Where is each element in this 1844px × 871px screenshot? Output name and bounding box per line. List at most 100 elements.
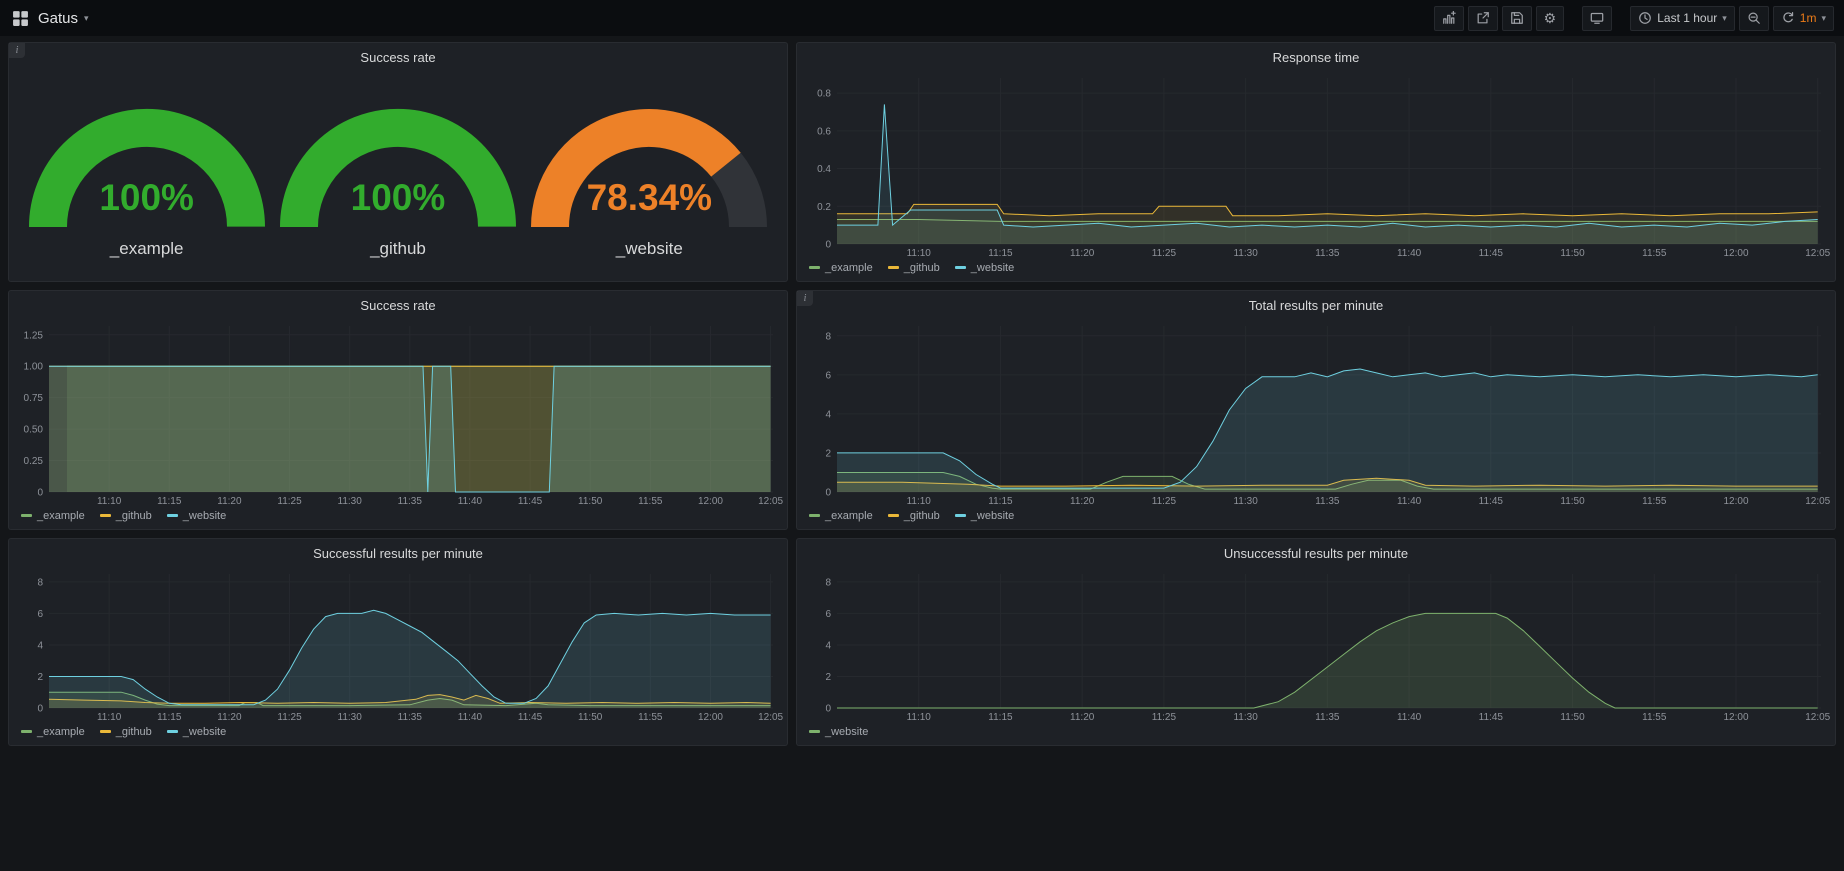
save-button[interactable]: [1502, 6, 1532, 31]
unsuccessful-results-chart[interactable]: 11:1011:1511:2011:2511:3011:3511:4011:45…: [803, 568, 1827, 723]
y-axis-tick-label: 4: [825, 640, 831, 651]
settings-button[interactable]: ⚙: [1536, 6, 1565, 31]
x-axis-tick-label: 11:15: [988, 248, 1013, 259]
legend-item-_website[interactable]: _website: [809, 726, 868, 738]
y-axis-tick-label: 1.25: [24, 330, 44, 341]
total-results-chart[interactable]: 11:1011:1511:2011:2511:3011:3511:4011:45…: [803, 320, 1827, 507]
legend-item-_example[interactable]: _example: [809, 510, 873, 522]
time-range-label: Last 1 hour: [1657, 11, 1717, 25]
chart-legend: _example _github _website: [797, 507, 1835, 529]
gauge-example: 100% _example: [28, 87, 266, 259]
zoom-out-button[interactable]: [1739, 6, 1769, 31]
legend-swatch: [955, 266, 966, 269]
legend-label: _example: [825, 262, 873, 274]
refresh-button[interactable]: 1m ▾: [1773, 6, 1834, 31]
monitor-icon: [1590, 11, 1604, 25]
refresh-icon: [1781, 11, 1795, 25]
caret-down-icon: ▾: [84, 14, 89, 23]
x-axis-tick-label: 11:25: [277, 496, 302, 507]
legend-item-_example[interactable]: _example: [21, 726, 85, 738]
panel-title[interactable]: Total results per minute: [797, 291, 1835, 316]
chart-legend: _example _github _website: [797, 259, 1835, 281]
time-range-picker[interactable]: Last 1 hour ▾: [1630, 6, 1735, 31]
panel-title[interactable]: Response time: [797, 43, 1835, 68]
x-axis-tick-label: 11:35: [398, 712, 423, 723]
legend-swatch: [888, 266, 899, 269]
x-axis-tick-label: 12:00: [1723, 712, 1748, 723]
x-axis-tick-label: 11:20: [217, 496, 242, 507]
y-axis-tick-label: 1.00: [24, 362, 44, 373]
add-panel-button[interactable]: [1434, 6, 1464, 31]
legend-label: _website: [971, 262, 1014, 274]
legend-item-_website[interactable]: _website: [955, 510, 1014, 522]
chart-legend: _example _github _website: [9, 507, 787, 529]
legend-item-_website[interactable]: _website: [955, 262, 1014, 274]
caret-down-icon: ▾: [1722, 14, 1727, 23]
legend-item-_website[interactable]: _website: [167, 510, 226, 522]
legend-item-_github[interactable]: _github: [100, 726, 152, 738]
panel-info-icon[interactable]: i: [9, 43, 25, 58]
success-rate-chart[interactable]: 11:1011:1511:2011:2511:3011:3511:4011:45…: [15, 320, 779, 507]
y-axis-tick-label: 2: [37, 672, 43, 683]
legend-label: _github: [904, 510, 940, 522]
x-axis-tick-label: 11:40: [1397, 248, 1422, 259]
chart-area: 11:1011:1511:2011:2511:3011:3511:4011:45…: [9, 564, 787, 723]
x-axis-tick-label: 12:05: [1805, 248, 1830, 259]
y-axis-tick-label: 8: [825, 577, 831, 588]
dashboard-grid-icon[interactable]: [12, 10, 29, 27]
x-axis-tick-label: 11:45: [1479, 712, 1504, 723]
legend-item-_github[interactable]: _github: [888, 262, 940, 274]
navbar: Gatus ▾ ⚙ Last 1 hour ▾ 1: [0, 0, 1844, 36]
x-axis-tick-label: 11:40: [458, 496, 483, 507]
legend-item-_website[interactable]: _website: [167, 726, 226, 738]
x-axis-tick-label: 11:10: [97, 712, 122, 723]
legend-swatch: [21, 730, 32, 733]
share-icon: [1476, 11, 1490, 25]
clock-icon: [1638, 11, 1652, 25]
panel-info-icon[interactable]: i: [797, 291, 813, 306]
dashboard-title: Gatus: [38, 10, 78, 27]
panel-title[interactable]: Success rate: [9, 43, 787, 68]
x-axis-tick-label: 11:35: [398, 496, 423, 507]
navbar-right: ⚙ Last 1 hour ▾ 1m ▾: [1434, 6, 1834, 31]
panel-response-time: Response time 11:1011:1511:2011:2511:301…: [796, 42, 1836, 282]
x-axis-tick-label: 11:15: [988, 496, 1013, 507]
tv-mode-button[interactable]: [1582, 6, 1612, 31]
panel-title[interactable]: Successful results per minute: [9, 539, 787, 564]
zoom-out-icon: [1747, 11, 1761, 25]
legend-label: _example: [37, 510, 85, 522]
y-axis-tick-label: 6: [825, 609, 831, 620]
panel-title[interactable]: Unsuccessful results per minute: [797, 539, 1835, 564]
legend-item-_example[interactable]: _example: [21, 510, 85, 522]
response-time-chart[interactable]: 11:1011:1511:2011:2511:3011:3511:4011:45…: [803, 72, 1827, 259]
x-axis-tick-label: 11:30: [1233, 496, 1258, 507]
panel-success-rate-chart: Success rate 11:1011:1511:2011:2511:3011…: [8, 290, 788, 530]
x-axis-tick-label: 11:25: [277, 712, 302, 723]
dashboard-title-dropdown[interactable]: Gatus ▾: [38, 10, 89, 27]
legend-item-_example[interactable]: _example: [809, 262, 873, 274]
share-button[interactable]: [1468, 6, 1498, 31]
legend-swatch: [888, 514, 899, 517]
x-axis-tick-label: 11:40: [458, 712, 483, 723]
x-axis-tick-label: 11:15: [988, 712, 1013, 723]
x-axis-tick-label: 11:10: [97, 496, 122, 507]
legend-label: _github: [116, 510, 152, 522]
x-axis-tick-label: 12:00: [1723, 496, 1748, 507]
y-axis-tick-label: 0.2: [817, 202, 831, 213]
x-axis-tick-label: 12:00: [698, 712, 723, 723]
x-axis-tick-label: 11:50: [578, 496, 603, 507]
panel-success-rate-gauges: i Success rate 100% _example 100% _githu…: [8, 42, 788, 282]
legend-item-_github[interactable]: _github: [100, 510, 152, 522]
y-axis-tick-label: 6: [37, 609, 43, 620]
y-axis-tick-label: 0.8: [817, 89, 831, 100]
legend-label: _website: [825, 726, 868, 738]
x-axis-tick-label: 11:40: [1397, 496, 1422, 507]
y-axis-tick-label: 0.75: [24, 393, 44, 404]
x-axis-tick-label: 11:50: [1560, 712, 1585, 723]
x-axis-tick-label: 11:40: [1397, 712, 1422, 723]
y-axis-tick-label: 0.25: [24, 456, 44, 467]
successful-results-chart[interactable]: 11:1011:1511:2011:2511:3011:3511:4011:45…: [15, 568, 779, 723]
x-axis-tick-label: 11:30: [338, 496, 363, 507]
legend-item-_github[interactable]: _github: [888, 510, 940, 522]
panel-title[interactable]: Success rate: [9, 291, 787, 316]
